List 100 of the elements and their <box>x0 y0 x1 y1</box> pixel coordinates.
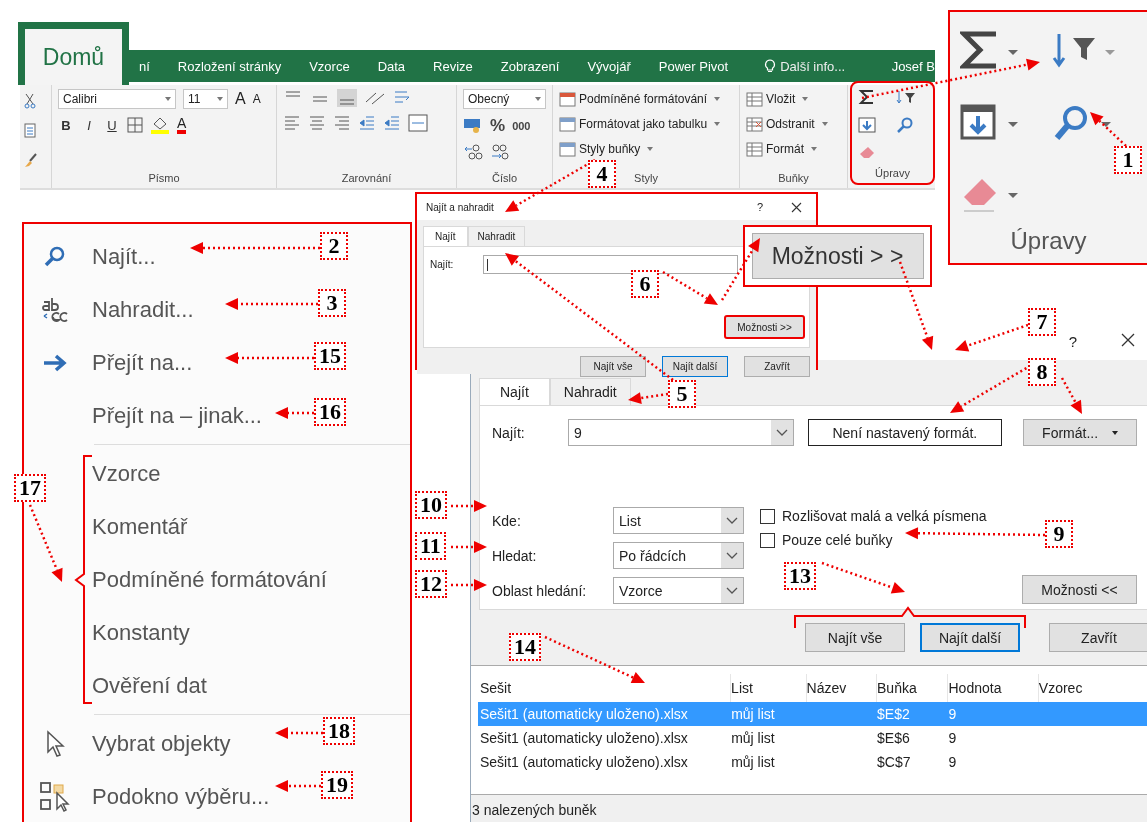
dropdown-button[interactable] <box>721 543 743 568</box>
callout-number: 2 <box>320 232 348 260</box>
increase-font-button[interactable]: A <box>235 90 246 108</box>
checkbox[interactable] <box>760 508 775 524</box>
search-icon <box>43 244 67 269</box>
menu-item[interactable]: Najít... <box>92 243 156 270</box>
option-label: Kde: <box>492 512 522 529</box>
brush-icon[interactable] <box>24 153 38 169</box>
dropdown-button[interactable] <box>721 578 743 603</box>
callout-number: 13 <box>784 562 816 590</box>
options-button[interactable]: Možnosti << <box>1022 575 1137 604</box>
dialog-tab[interactable]: Najít <box>423 226 468 246</box>
ribbon-tab[interactable]: Rozložení stránky <box>177 59 282 74</box>
align-lines-icon[interactable] <box>308 115 326 131</box>
ribbon-tab[interactable]: Zobrazení <box>500 59 560 74</box>
menu-item[interactable]: Přejít na – jinak... <box>92 402 262 429</box>
dialog-button[interactable]: Najít vše <box>580 356 646 377</box>
dialog-tab[interactable]: Nahradit <box>549 378 631 405</box>
fill-down-icon[interactable] <box>858 117 876 133</box>
format-button[interactable]: Formát... <box>1023 419 1137 446</box>
option-dropdown[interactable]: Vzorce <box>613 577 744 604</box>
option-dropdown[interactable]: Po řádcích <box>613 542 744 569</box>
sum-icon[interactable] <box>858 89 876 105</box>
align-lines-icon[interactable] <box>333 115 351 131</box>
underline-button[interactable]: U <box>104 117 120 133</box>
decrease-decimal-icon[interactable] <box>490 143 510 161</box>
text-angle-icon[interactable] <box>364 90 386 106</box>
checkbox[interactable] <box>760 532 775 548</box>
increase-decimal-icon[interactable] <box>463 143 483 161</box>
find-input[interactable] <box>483 255 739 274</box>
indent-icon[interactable] <box>358 115 376 131</box>
fill-bucket-icon[interactable] <box>150 116 170 134</box>
italic-button[interactable]: I <box>81 117 97 133</box>
tell-me-field[interactable]: Další info... <box>764 59 846 74</box>
callout-number: 9 <box>1045 520 1073 548</box>
menu-item[interactable]: Podmíněné formátování <box>92 566 327 593</box>
font-name-dropdown[interactable]: Calibri <box>58 89 176 109</box>
leader-arrow <box>275 407 314 419</box>
close-icon[interactable] <box>791 201 802 213</box>
menu-item[interactable]: Přejít na... <box>92 349 193 376</box>
dialog-button[interactable]: Najít vše <box>805 623 905 652</box>
options-button[interactable]: Možnosti > > <box>751 233 924 279</box>
ribbon-tab[interactable]: Data <box>377 59 406 74</box>
bold-button[interactable]: B <box>58 117 74 133</box>
options-button[interactable]: Možnosti >> <box>724 315 805 339</box>
scissors-icon[interactable] <box>24 93 36 109</box>
ribbon-tab[interactable]: Power Pivot <box>658 59 729 74</box>
dropdown-button[interactable] <box>721 508 743 533</box>
close-icon[interactable] <box>1121 333 1135 347</box>
menu-item[interactable]: Ověření dat <box>92 672 207 699</box>
styles-menu-button[interactable]: Formátovat jako tabulku <box>559 114 733 134</box>
option-dropdown[interactable]: List <box>613 507 744 534</box>
callout-number: 14 <box>509 633 541 661</box>
ribbon-tab[interactable]: ní <box>139 59 150 74</box>
number-format-dropdown[interactable]: Obecný <box>463 89 546 109</box>
font-color-button[interactable]: A <box>177 116 187 134</box>
dialog-button[interactable]: Zavřít <box>744 356 810 377</box>
styles-menu-button[interactable]: Podmíněné formátování <box>559 89 733 109</box>
sort-filter-icon[interactable] <box>895 89 918 105</box>
replace-icon <box>41 295 69 324</box>
decrease-font-button[interactable]: A <box>252 92 261 106</box>
search-icon[interactable] <box>895 117 914 133</box>
menu-item[interactable]: Podokno výběru... <box>92 783 270 810</box>
border-grid-icon[interactable] <box>127 117 143 133</box>
checkbox-label: Rozlišovat malá a velká písmena <box>782 508 987 524</box>
ribbon-tab[interactable]: Vývojář <box>587 59 631 74</box>
menu-item[interactable]: Konstanty <box>92 619 190 646</box>
help-button[interactable]: ? <box>756 201 763 213</box>
bottom-align-icon[interactable] <box>337 89 357 107</box>
eraser-icon[interactable] <box>858 145 876 161</box>
menu-item[interactable]: Vzorce <box>92 460 161 487</box>
help-button[interactable]: ? <box>1068 332 1077 350</box>
cells-menu-button[interactable]: Vložit <box>746 89 841 109</box>
leader-arrow <box>275 727 323 739</box>
dialog-button[interactable]: Najít další <box>662 356 728 377</box>
percent-button[interactable]: % <box>490 116 506 136</box>
font-size-dropdown[interactable]: 11 <box>183 89 228 109</box>
selected-ribbon-tab[interactable]: Domů <box>18 22 129 85</box>
cells-menu-button[interactable]: Formát <box>746 139 841 159</box>
result-row[interactable]: Sešit1 (automaticky uloženo).xlsx můj list $C$7 9 <box>471 750 1147 774</box>
result-row[interactable]: Sešit1 (automaticky uloženo).xlsx můj list $E$6 9 <box>471 726 1147 750</box>
thousands-button[interactable]: 000 <box>512 120 531 132</box>
ribbon-tab[interactable]: Revize <box>433 59 473 74</box>
merge-cells-icon[interactable] <box>408 114 428 132</box>
currency-icon[interactable] <box>463 118 483 134</box>
user-name[interactable]: Josef B <box>891 59 935 74</box>
styles-menu-button[interactable]: Styly buňky <box>559 139 733 159</box>
cells-menu-button[interactable]: Odstranit <box>746 114 841 134</box>
dialog-button[interactable]: Zavřít <box>1049 623 1147 652</box>
menu-item[interactable]: Nahradit... <box>92 296 194 323</box>
align-lines-icon[interactable] <box>283 115 301 131</box>
ribbon-tab[interactable]: Vzorce <box>309 59 350 74</box>
dropdown-button[interactable] <box>770 420 793 445</box>
find-combobox[interactable]: 9 <box>567 419 794 446</box>
dialog-button[interactable]: Najít další <box>920 623 1020 652</box>
dialog-tab[interactable]: Najít <box>479 378 550 405</box>
indent-icon[interactable] <box>383 115 401 131</box>
menu-item[interactable]: Vybrat objekty <box>92 730 231 757</box>
menu-item[interactable]: Komentář <box>92 513 188 540</box>
copy-icon[interactable] <box>24 123 38 139</box>
